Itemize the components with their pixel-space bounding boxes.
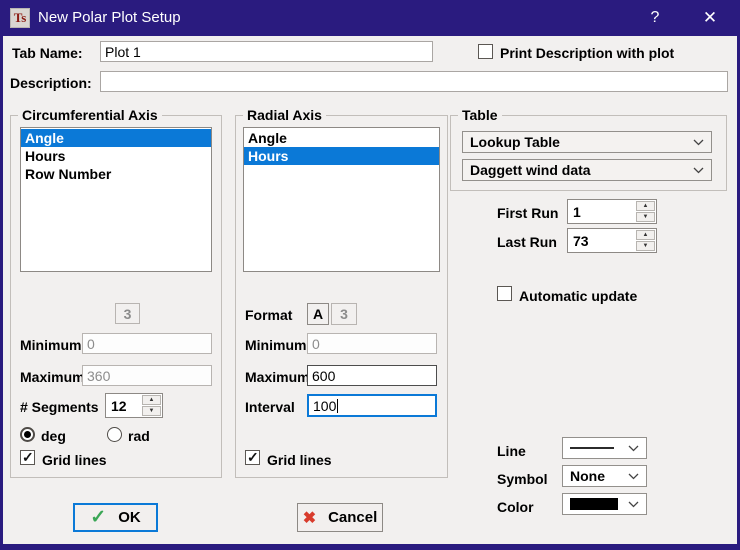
circumferential-axis-title: Circumferential Axis xyxy=(18,107,162,123)
dialog-window: Ts New Polar Plot Setup ? ✕ Tab Name: Pl… xyxy=(0,0,740,550)
check-icon xyxy=(90,506,106,529)
circumferential-maximum-label: Maximum xyxy=(20,369,85,385)
cancel-button-label: Cancel xyxy=(328,509,377,526)
ok-button[interactable]: OK xyxy=(73,503,158,532)
first-run-value: 1 xyxy=(569,201,636,222)
symbol-dropdown[interactable]: None xyxy=(562,465,647,487)
spinner-up-icon[interactable] xyxy=(636,230,655,240)
symbol-label: Symbol xyxy=(497,471,548,487)
circumferential-grid-lines-checkbox[interactable] xyxy=(20,450,35,465)
tab-name-input[interactable]: Plot 1 xyxy=(100,41,433,62)
color-label: Color xyxy=(497,499,534,515)
text-caret xyxy=(337,399,338,413)
chevron-down-icon xyxy=(628,445,639,452)
table-dataset-value: Daggett wind data xyxy=(470,162,591,178)
circumferential-digits-field: 3 xyxy=(115,303,140,324)
list-item[interactable]: Angle xyxy=(244,129,439,147)
circumferential-minimum-field: 0 xyxy=(82,333,212,354)
radial-grid-lines-label: Grid lines xyxy=(267,452,332,468)
radial-maximum-label: Maximum xyxy=(245,369,310,385)
format-label: Format xyxy=(245,307,292,323)
spinner-up-icon[interactable] xyxy=(636,201,655,211)
table-dataset-dropdown[interactable]: Daggett wind data xyxy=(462,159,712,181)
last-run-value: 73 xyxy=(569,230,636,251)
spinner-down-icon[interactable] xyxy=(636,241,655,251)
radial-maximum-field[interactable]: 600 xyxy=(307,365,437,386)
chevron-down-icon xyxy=(628,473,639,480)
radial-minimum-field: 0 xyxy=(307,333,437,354)
symbol-value: None xyxy=(570,468,605,484)
table-title: Table xyxy=(458,107,502,123)
circumferential-grid-lines-label: Grid lines xyxy=(42,452,107,468)
segments-label: # Segments xyxy=(20,399,99,415)
spinner-down-icon[interactable] xyxy=(142,406,161,416)
close-icon[interactable]: ✕ xyxy=(688,0,732,36)
spinner-up-icon[interactable] xyxy=(142,395,161,405)
tab-name-label: Tab Name: xyxy=(12,45,83,61)
circumferential-maximum-field: 360 xyxy=(82,365,212,386)
print-description-checkbox[interactable] xyxy=(478,44,493,59)
first-run-stepper[interactable]: 1 xyxy=(567,199,657,224)
rad-radio[interactable] xyxy=(107,427,122,442)
chevron-down-icon xyxy=(693,139,704,146)
chevron-down-icon xyxy=(628,501,639,508)
radial-axis-list[interactable]: Angle Hours xyxy=(243,127,440,272)
app-icon: Ts xyxy=(10,8,30,28)
line-style-preview xyxy=(570,447,614,449)
ok-button-label: OK xyxy=(118,509,141,526)
print-description-label: Print Description with plot xyxy=(500,45,674,61)
table-type-dropdown[interactable]: Lookup Table xyxy=(462,131,712,153)
deg-radio[interactable] xyxy=(20,427,35,442)
list-item[interactable]: Hours xyxy=(21,147,211,165)
radial-interval-label: Interval xyxy=(245,399,295,415)
radial-interval-field[interactable]: 100 xyxy=(307,394,437,417)
last-run-label: Last Run xyxy=(497,234,557,250)
list-item[interactable]: Hours xyxy=(244,147,439,165)
line-label: Line xyxy=(497,443,526,459)
help-icon[interactable]: ? xyxy=(633,0,677,36)
first-run-label: First Run xyxy=(497,205,558,221)
radial-digits-field: 3 xyxy=(331,303,357,325)
titlebar[interactable]: Ts New Polar Plot Setup ? ✕ xyxy=(0,0,740,36)
color-swatch xyxy=(570,498,618,510)
spinner-down-icon[interactable] xyxy=(636,212,655,222)
radial-minimum-label: Minimum xyxy=(245,337,306,353)
segments-stepper[interactable]: 12 xyxy=(105,393,163,418)
circumferential-minimum-label: Minimum xyxy=(20,337,81,353)
format-button[interactable]: A xyxy=(307,303,329,325)
list-item[interactable]: Angle xyxy=(21,129,211,147)
rad-label: rad xyxy=(128,428,150,444)
radial-interval-value: 100 xyxy=(313,398,336,414)
segments-value: 12 xyxy=(107,395,142,416)
automatic-update-checkbox[interactable] xyxy=(497,286,512,301)
description-label: Description: xyxy=(10,75,92,91)
radial-axis-title: Radial Axis xyxy=(243,107,326,123)
circumferential-axis-list[interactable]: Angle Hours Row Number xyxy=(20,127,212,272)
table-type-value: Lookup Table xyxy=(470,134,560,150)
chevron-down-icon xyxy=(693,167,704,174)
color-dropdown[interactable] xyxy=(562,493,647,515)
deg-label: deg xyxy=(41,428,66,444)
cancel-button[interactable]: Cancel xyxy=(297,503,383,532)
list-item[interactable]: Row Number xyxy=(21,165,211,183)
radial-grid-lines-checkbox[interactable] xyxy=(245,450,260,465)
last-run-stepper[interactable]: 73 xyxy=(567,228,657,253)
description-input[interactable] xyxy=(100,71,728,92)
x-icon xyxy=(303,508,316,528)
line-style-dropdown[interactable] xyxy=(562,437,647,459)
automatic-update-label: Automatic update xyxy=(519,288,637,304)
window-title: New Polar Plot Setup xyxy=(38,9,181,26)
